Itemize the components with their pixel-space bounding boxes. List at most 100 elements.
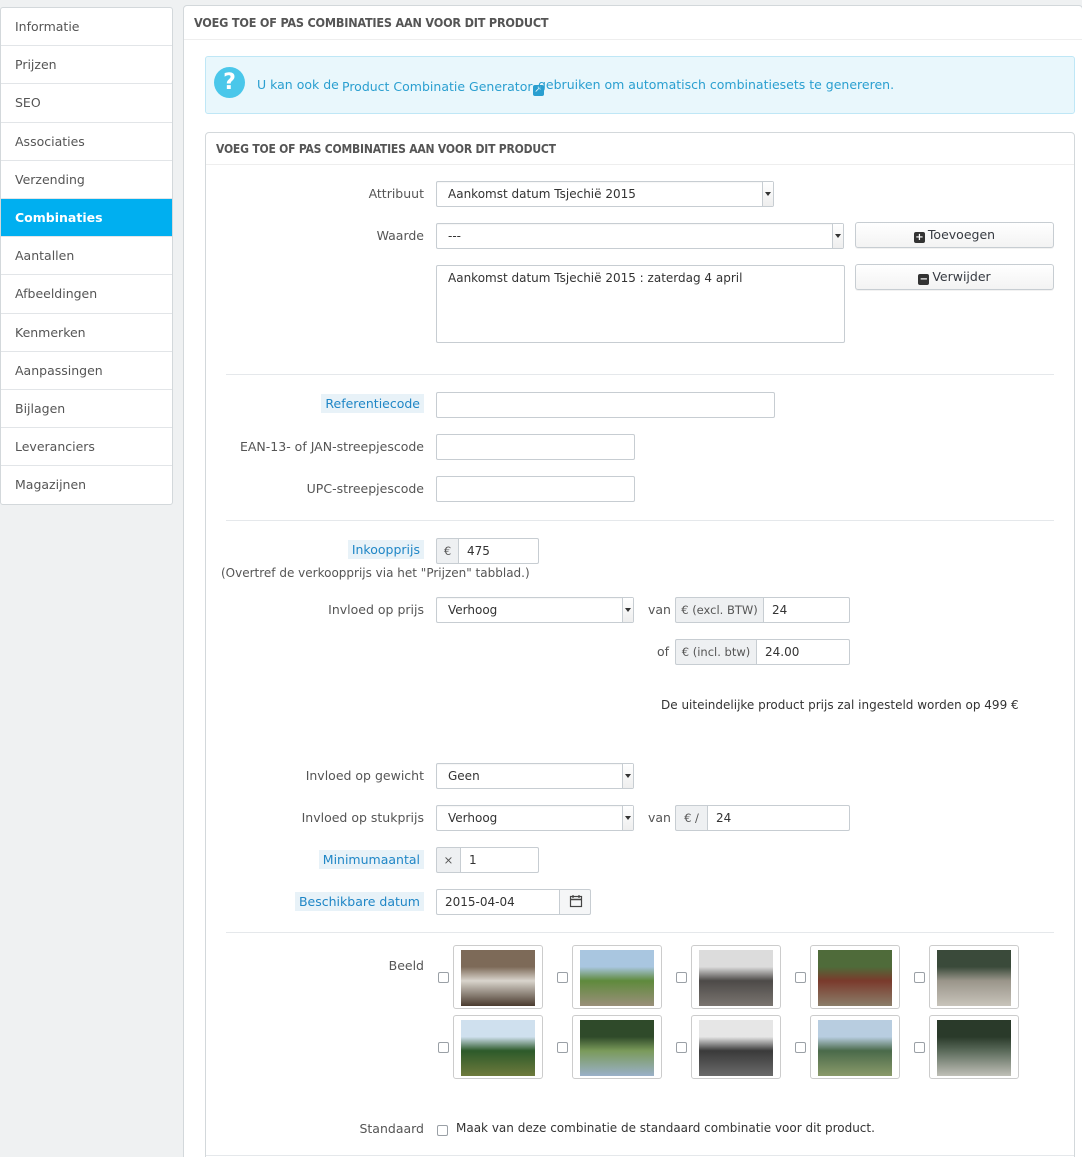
sidebar-item-verzending[interactable]: Verzending xyxy=(1,161,172,199)
image-thumbnail-rock-ruins[interactable] xyxy=(691,1015,781,1079)
sidebar-item-aantallen[interactable]: Aantallen xyxy=(1,237,172,276)
image-thumbnail-forest-stream[interactable] xyxy=(929,1015,1019,1079)
attribute-label: Attribuut xyxy=(368,186,424,201)
unit-price-impact-select[interactable]: Verhoog xyxy=(436,805,634,831)
image-thumbnail-castle-tower[interactable] xyxy=(691,945,781,1009)
ean-input[interactable] xyxy=(436,434,635,460)
unit-price-impact-input[interactable]: 24 xyxy=(707,805,850,831)
sidebar-item-afbeeldingen[interactable]: Afbeeldingen xyxy=(1,275,172,314)
default-checkbox[interactable] xyxy=(437,1125,448,1136)
default-text: Maak van deze combinatie de standaard co… xyxy=(456,1121,875,1135)
attribute-select[interactable]: Aankomst datum Tsjechië 2015 xyxy=(436,181,774,207)
image-thumbnail-waterfall[interactable] xyxy=(453,945,543,1009)
reference-input[interactable] xyxy=(436,392,775,418)
minimum-quantity-input[interactable]: 1 xyxy=(460,847,539,873)
sidebar-item-seo[interactable]: SEO xyxy=(1,84,172,123)
combination-list-item[interactable]: Aankomst datum Tsjechië 2015 : zaterdag … xyxy=(448,271,742,285)
image-checkbox[interactable] xyxy=(438,1042,449,1053)
remove-button[interactable]: − Verwijder xyxy=(855,264,1054,290)
minimum-quantity-label: Minimumaantal xyxy=(318,850,424,869)
chevron-down-icon xyxy=(762,182,773,206)
image-thumbnail-pine-forest[interactable] xyxy=(453,1015,543,1079)
times-addon: × xyxy=(436,847,461,873)
divider xyxy=(206,1155,1074,1156)
ean-label: EAN-13- of JAN-streepjescode xyxy=(239,439,424,454)
weight-impact-select[interactable]: Geen xyxy=(436,763,634,789)
image-checkbox[interactable] xyxy=(438,972,449,983)
image-label: Beeld xyxy=(388,958,424,973)
combinations-panel: VOEG TOE OF PAS COMBINATIES AAN VOOR DIT… xyxy=(183,5,1082,1157)
available-date-input[interactable]: 2015-04-04 xyxy=(436,889,560,915)
image-thumbnail-stone-river[interactable] xyxy=(929,945,1019,1009)
upc-label: UPC-streepjescode xyxy=(306,481,424,496)
alert-prefix: U kan ook de xyxy=(257,77,339,92)
currency-addon: € xyxy=(436,538,459,564)
alert-suffix: gebruiken om automatisch combinatiesets … xyxy=(538,77,895,92)
image-checkbox[interactable] xyxy=(914,972,925,983)
image-checkbox[interactable] xyxy=(557,972,568,983)
image-checkbox[interactable] xyxy=(795,1042,806,1053)
sidebar-item-aanpassingen[interactable]: Aanpassingen xyxy=(1,352,172,390)
sidebar-item-associaties[interactable]: Associaties xyxy=(1,123,172,161)
info-alert: ? U kan ook de Product Combinatie Genera… xyxy=(205,56,1075,114)
image-checkbox[interactable] xyxy=(676,1042,687,1053)
panel-title: VOEG TOE OF PAS COMBINATIES AAN VOOR DIT… xyxy=(184,6,1082,40)
image-thumbnail-hill-view[interactable] xyxy=(572,945,662,1009)
divider xyxy=(226,932,1054,933)
final-price-note: De uiteindelijke product prijs zal inges… xyxy=(661,698,1019,712)
value-select[interactable]: --- xyxy=(436,223,844,249)
wholesale-price-note: (Overtref de verkoopprijs via het "Prijz… xyxy=(221,566,530,580)
unit-price-impact-label: Invloed op stukprijs xyxy=(301,810,424,825)
weight-impact-label: Invloed op gewicht xyxy=(305,768,424,783)
price-impact-select[interactable]: Verhoog xyxy=(436,597,634,623)
image-checkbox[interactable] xyxy=(557,1042,568,1053)
divider xyxy=(226,374,1054,375)
wholesale-price-label: Inkoopprijs xyxy=(347,540,424,559)
image-checkbox[interactable] xyxy=(676,972,687,983)
combination-form: VOEG TOE OF PAS COMBINATIES AAN VOOR DIT… xyxy=(205,132,1075,1157)
sidebar-item-prijzen[interactable]: Prijzen xyxy=(1,46,172,85)
sidebar-item-leveranciers[interactable]: Leveranciers xyxy=(1,428,172,467)
sidebar-item-combinaties[interactable]: Combinaties xyxy=(1,198,172,238)
thumbnail-image xyxy=(580,1020,654,1076)
value-label: Waarde xyxy=(376,228,424,243)
divider xyxy=(226,520,1054,521)
question-icon: ? xyxy=(214,67,245,98)
thumbnail-image xyxy=(818,1020,892,1076)
sidebar-item-informatie[interactable]: Informatie xyxy=(1,8,172,47)
image-checkbox[interactable] xyxy=(795,972,806,983)
image-thumbnail-cabin[interactable] xyxy=(810,945,900,1009)
image-thumbnail-valley-view[interactable] xyxy=(810,1015,900,1079)
sidebar-item-bijlagen[interactable]: Bijlagen xyxy=(1,390,172,429)
combination-list[interactable]: Aankomst datum Tsjechië 2015 : zaterdag … xyxy=(436,265,845,343)
wholesale-price-input[interactable]: 475 xyxy=(458,538,539,564)
unit-addon: € / xyxy=(675,805,708,831)
thumbnail-image xyxy=(699,950,773,1006)
thumbnail-image xyxy=(818,950,892,1006)
minus-icon: − xyxy=(918,274,930,285)
price-impact-label: Invloed op prijs xyxy=(328,602,424,617)
available-date-label: Beschikbare datum xyxy=(294,892,424,911)
price-impact-incl-input[interactable]: 24.00 xyxy=(756,639,850,665)
reference-label: Referentiecode xyxy=(321,394,424,413)
upc-input[interactable] xyxy=(436,476,635,502)
thumbnail-image xyxy=(461,950,535,1006)
chevron-down-icon xyxy=(622,806,633,830)
form-title: VOEG TOE OF PAS COMBINATIES AAN VOOR DIT… xyxy=(206,133,1074,165)
chevron-down-icon xyxy=(622,598,633,622)
image-checkbox[interactable] xyxy=(914,1042,925,1053)
incl-tax-addon: € (incl. btw) xyxy=(675,639,757,665)
product-tabs-sidebar: Informatie Prijzen SEO Associaties Verzendin… xyxy=(0,7,173,506)
combination-generator-link[interactable]: Product Combinatie Generator ↗ xyxy=(342,79,544,96)
of-text: of xyxy=(657,644,670,659)
price-impact-excl-input[interactable]: 24 xyxy=(763,597,850,623)
image-thumbnail-forest-path[interactable] xyxy=(572,1015,662,1079)
excl-tax-addon: € (excl. BTW) xyxy=(675,597,764,623)
plus-icon: + xyxy=(913,232,925,243)
van-text: van xyxy=(648,602,671,617)
add-button[interactable]: + Toevoegen xyxy=(855,222,1054,248)
calendar-button[interactable] xyxy=(559,889,591,915)
thumbnail-image xyxy=(699,1020,773,1076)
sidebar-item-kenmerken[interactable]: Kenmerken xyxy=(1,314,172,352)
sidebar-item-magazijnen[interactable]: Magazijnen xyxy=(1,466,172,504)
